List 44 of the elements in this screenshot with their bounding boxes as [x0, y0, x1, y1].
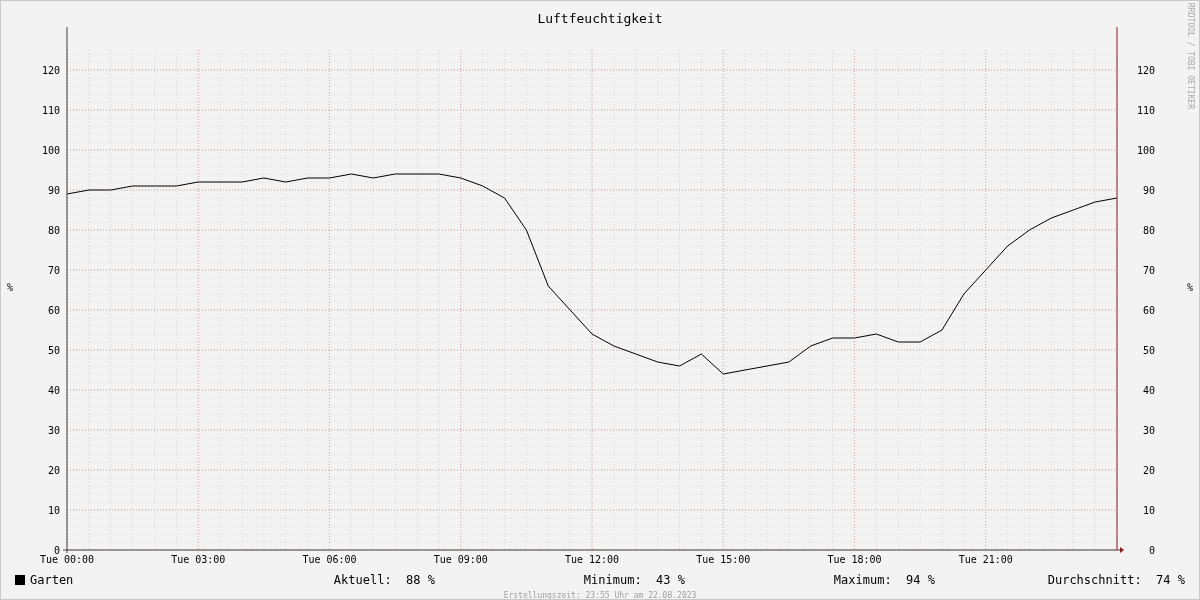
chart-title: Luftfeuchtigkeit [537, 11, 663, 26]
stat-text: Aktuell: 88 % [332, 573, 435, 587]
y-axis-label: % [1187, 282, 1193, 293]
y-tick-label: 120 [1136, 65, 1155, 76]
y-tick-label: 0 [53, 545, 60, 556]
y-tick-label: 30 [47, 425, 60, 436]
x-tick-label: Tue 12:00 [564, 554, 620, 565]
y-tick-label: 80 [1142, 225, 1155, 236]
y-tick-label: 90 [47, 185, 60, 196]
y-tick-label: 60 [1142, 305, 1155, 316]
y-tick-label: 100 [41, 145, 60, 156]
y-tick-label: 20 [47, 465, 60, 476]
y-tick-label: 70 [47, 265, 60, 276]
stat-text: Minimum: 43 % [582, 573, 685, 587]
y-tick-label: 40 [1142, 385, 1155, 396]
y-tick-label: 20 [1142, 465, 1155, 476]
y-tick-label: 90 [1142, 185, 1155, 196]
x-tick-label: Tue 00:00 [39, 554, 95, 565]
x-tick-label: Tue 18:00 [827, 554, 882, 565]
y-tick-label: 120 [41, 65, 60, 76]
y-tick-label: 10 [47, 505, 60, 516]
y-tick-label: 30 [1142, 425, 1155, 436]
y-tick-label: 0 [1148, 545, 1155, 556]
x-tick-label: Tue 15:00 [696, 554, 751, 565]
y-tick-label: 70 [1142, 265, 1155, 276]
y-tick-label: 40 [47, 385, 60, 396]
footer-text: Erstellungszeit: 23:55 Uhr am 22.08.2023 [502, 591, 698, 599]
x-tick-label: Tue 21:00 [958, 554, 1013, 565]
y-tick-label: 10 [1142, 505, 1155, 516]
y-tick-label: 110 [41, 105, 60, 116]
y-tick-label: 110 [1136, 105, 1155, 116]
stat-text: Durchschnitt: 74 % [1046, 573, 1185, 587]
x-tick-label: Tue 03:00 [171, 554, 226, 565]
x-tick-label: Tue 06:00 [302, 554, 357, 565]
y-tick-label: 60 [47, 305, 60, 316]
legend-label: Garten [30, 573, 74, 587]
y-tick-label: 100 [1136, 145, 1155, 156]
y-tick-label: 80 [47, 225, 60, 236]
y-tick-label: 50 [47, 345, 60, 356]
credit-text: RRDTOOL / TOBI OETIKER [1186, 3, 1195, 109]
y-tick-label: 50 [1142, 345, 1155, 356]
y-axis-label: % [7, 282, 13, 293]
stat-text: Maximum: 94 % [832, 573, 935, 587]
x-tick-label: Tue 09:00 [433, 554, 488, 565]
